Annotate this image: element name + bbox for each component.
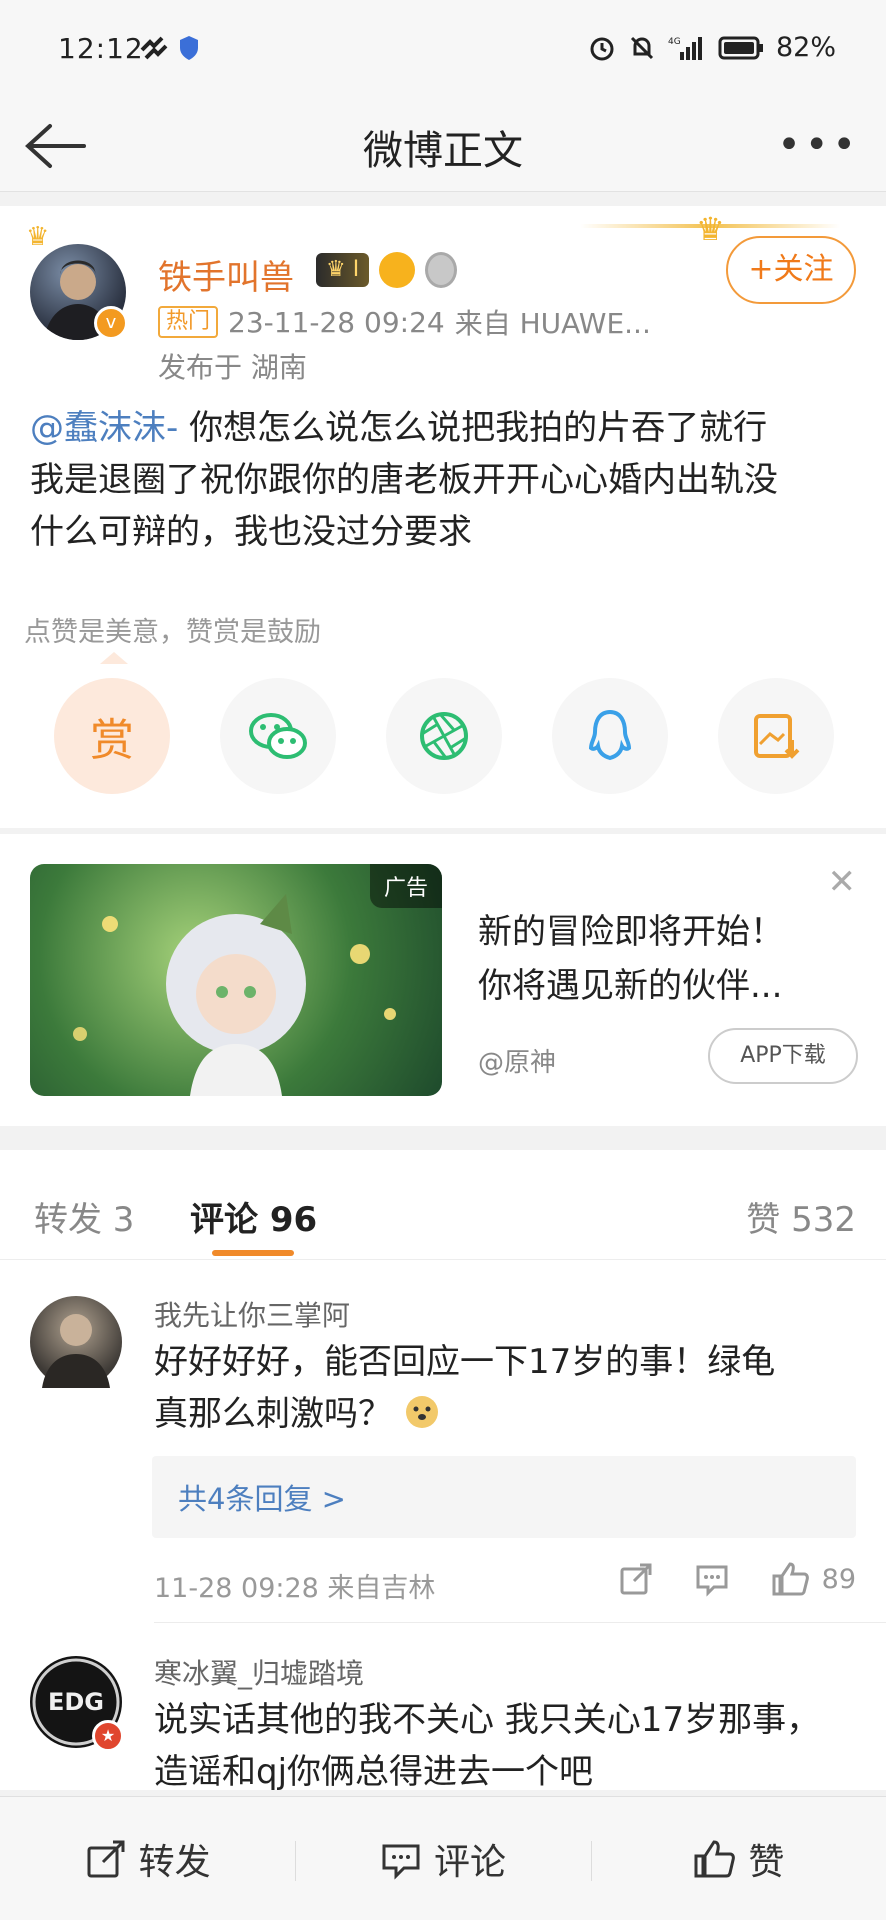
comment-item: EDG ★ 寒冰翼_归墟踏境 说实话其他的我不关心 我只关心17岁那事， 造谣和… [0, 1622, 886, 1790]
ad-subline: 你将遇见新的伙伴... [478, 966, 783, 1006]
status-left-icons [138, 34, 200, 64]
vip-level: I [352, 257, 360, 282]
author-badges: ♛ I [316, 252, 458, 288]
status-right-icons: 4G 82% [588, 32, 836, 63]
save-image-button[interactable] [718, 678, 834, 794]
active-tab-indicator [212, 1250, 294, 1256]
ad-card[interactable]: 广告 ✕ 新的冒险即将开始！ 你将遇见新的伙伴... @原神 APP下载 [0, 834, 886, 1126]
bottom-action-bar: 转发 评论 赞 [0, 1796, 886, 1920]
comment-button[interactable]: 评论 [295, 1797, 590, 1920]
crown-icon: ♛ [26, 222, 50, 252]
repost-label: 转发 [138, 1841, 211, 1883]
post-text-line-1: 你想怎么说怎么说把我拍的片吞了就行 [178, 408, 768, 448]
link-icon [140, 36, 168, 60]
ad-image[interactable]: 广告 [30, 864, 442, 1096]
follow-button[interactable]: +关注 [726, 236, 856, 304]
comment-text-line-1: 说实话其他的我不关心 我只关心17岁那事， [154, 1700, 821, 1740]
qq-icon [588, 709, 632, 761]
wechat-icon [249, 713, 307, 759]
post-location: 发布于 湖南 [158, 351, 307, 384]
interaction-tabs: 转发 3 评论 96 赞 532 [0, 1150, 886, 1260]
commenter-avatar[interactable] [30, 1296, 122, 1388]
repost-icon[interactable] [618, 1561, 654, 1597]
post-text-line-3: 什么可辩的，我也没过分要求 [30, 512, 472, 552]
post-datetime: 23-11-28 09:24 [228, 305, 445, 339]
image-download-icon [754, 714, 800, 759]
like-label: 赞 [748, 1841, 785, 1883]
like-post-button[interactable]: 赞 [590, 1797, 886, 1920]
close-ad-button[interactable]: ✕ [828, 862, 857, 902]
repost-button[interactable]: 转发 [0, 1797, 295, 1920]
post-text: @蠢沫沫- 你想怎么说怎么说把我拍的片吞了就行 我是退圈了祝你跟你的唐老板开开心… [30, 402, 870, 558]
reward-tip: 点赞是美意，赞赏是鼓励 [24, 617, 321, 648]
author-name[interactable]: 铁手叫兽 [158, 250, 294, 299]
mute-bell-icon [630, 36, 654, 59]
comment-text: 好好好好，能否回应一下17岁的事！绿龟 真那么刺激吗？ [154, 1336, 854, 1440]
signal-icon: 4G [668, 36, 702, 60]
vip-crown-badge[interactable]: ♛ I [316, 253, 370, 287]
reply-summary[interactable]: 共4条回复 > [152, 1456, 856, 1538]
commenter-name[interactable]: 我先让你三掌阿 [154, 1294, 350, 1334]
fan-badge-icon[interactable] [379, 252, 416, 288]
thumbs-up-icon [694, 1839, 736, 1877]
nav-bar: 微博正文 ••• [0, 100, 886, 192]
tab-like[interactable]: 赞 532 [746, 1192, 856, 1241]
thumbs-up-icon [772, 1562, 809, 1596]
svg-text:4G: 4G [668, 37, 681, 47]
post-text-line-2: 我是退圈了祝你跟你的唐老板开开心心婚内出轨没 [30, 460, 778, 500]
post-meta: 热门 23-11-28 09:24 来自 HUAWE... [158, 302, 651, 342]
reply-count-link: 共4条回复 > [178, 1482, 346, 1516]
comment-icon[interactable] [694, 1561, 730, 1597]
hot-tag: 热门 [158, 306, 219, 338]
shield-icon [180, 36, 198, 60]
ad-source[interactable]: @原神 [478, 1042, 556, 1079]
moments-aperture-icon [420, 712, 468, 760]
comment-text-line-1: 好好好好，能否回应一下17岁的事！绿龟 [154, 1342, 776, 1382]
comment-meta: 11-28 09:28 来自吉林 [154, 1573, 436, 1604]
comment-label: 评论 [433, 1841, 506, 1883]
tab-repost[interactable]: 转发 3 [34, 1192, 134, 1241]
ad-headline: 新的冒险即将开始！ [478, 912, 784, 952]
status-bar: 12:12 4G 82% [0, 0, 886, 100]
comment-text-line-2: 真那么刺激吗？ [154, 1394, 392, 1434]
comment-actions: 89 [618, 1560, 856, 1598]
comment-text-line-2: 造谣和qj你俩总得进去一个吧 [154, 1752, 594, 1790]
page-title: 微博正文 [363, 128, 523, 174]
verified-badge-icon: v [94, 306, 128, 340]
battery-icon [718, 36, 763, 59]
mention-link[interactable]: @蠢沫沫- [30, 408, 178, 448]
status-time: 12:12 [58, 32, 144, 65]
doge-emoji-icon [405, 1396, 438, 1428]
reward-label: 赏 [90, 715, 134, 766]
crown-icon: ♛ [696, 210, 725, 248]
reward-button[interactable]: 赏 [54, 678, 170, 794]
tab-comment[interactable]: 评论 96 [190, 1192, 317, 1241]
edg-logo-text: EDG [48, 1688, 104, 1716]
like-button[interactable]: 89 [770, 1560, 856, 1598]
vip-star-badge-icon: ★ [92, 1720, 124, 1752]
repost-icon [87, 1840, 125, 1877]
comments-section: 转发 3 评论 96 赞 532 我先让你三掌阿 好好好好，能否回应一下17岁的… [0, 1150, 886, 1790]
app-download-button[interactable]: APP下载 [708, 1028, 858, 1084]
post-source: 来自 HUAWE... [454, 307, 651, 340]
share-row: 赏 [54, 678, 834, 794]
like-count: 89 [821, 1563, 856, 1595]
battery-percent: 82% [775, 32, 836, 63]
share-wechat-button[interactable] [220, 678, 336, 794]
alarm-icon [590, 37, 614, 60]
comment-icon [382, 1844, 420, 1880]
post-card: ♛ ♛ v 铁手叫兽 ♛ I +关注 热门 23-11-28 09:24 来自 … [0, 206, 886, 828]
reward-caret [100, 652, 128, 664]
share-moments-button[interactable] [386, 678, 502, 794]
avatar-silhouette [42, 1314, 110, 1388]
commenter-name[interactable]: 寒冰翼_归墟踏境 [154, 1652, 364, 1692]
ad-tag: 广告 [369, 864, 442, 908]
comment-item: 我先让你三掌阿 好好好好，能否回应一下17岁的事！绿龟 真那么刺激吗？ 共4条回… [0, 1260, 886, 1630]
medal-badge-icon[interactable] [425, 252, 458, 288]
more-button[interactable]: ••• [777, 122, 860, 168]
share-qq-button[interactable] [552, 678, 668, 794]
comment-text: 说实话其他的我不关心 我只关心17岁那事， 造谣和qj你俩总得进去一个吧 [154, 1694, 854, 1790]
